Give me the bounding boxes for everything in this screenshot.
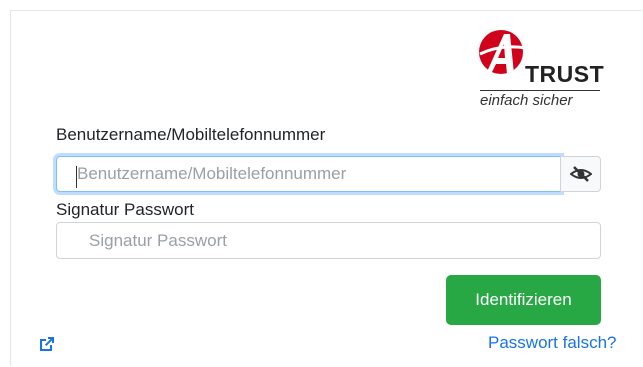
brand-tagline: einfach sicher — [480, 92, 573, 109]
text-caret — [76, 166, 77, 188]
eye-slash-icon — [569, 166, 592, 182]
toggle-visibility-button[interactable] — [560, 156, 601, 192]
username-input[interactable] — [56, 156, 561, 192]
brand-text: TRUST — [525, 61, 605, 87]
username-group — [56, 156, 601, 192]
password-label: Signatur Passwort — [56, 200, 194, 219]
identify-button[interactable]: Identifizieren — [446, 275, 601, 325]
forgot-password-link[interactable]: Passwort falsch? — [488, 333, 617, 353]
password-input[interactable] — [56, 222, 601, 259]
logo-divider — [480, 90, 600, 91]
a-trust-logo: TRUST einfach sicher — [474, 24, 604, 114]
external-link-icon[interactable] — [37, 334, 57, 354]
username-label: Benutzername/Mobiltelefonnummer — [56, 125, 326, 144]
